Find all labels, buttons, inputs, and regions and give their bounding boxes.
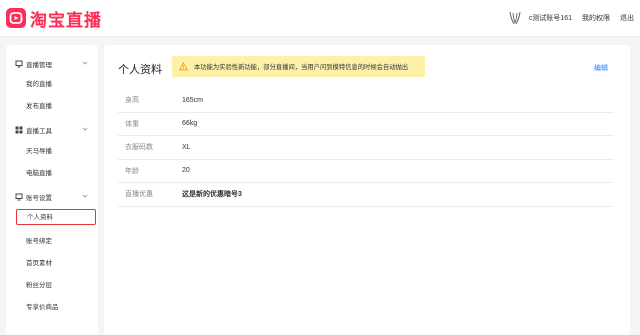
chevron-down-icon bbox=[82, 61, 88, 65]
sidebar-item-homepage-materials[interactable]: 首页素材 bbox=[26, 257, 52, 271]
sidebar-group-live-management[interactable]: 直播管理 bbox=[6, 55, 98, 73]
sidebar-group-live-tools[interactable]: 直播工具 bbox=[6, 121, 98, 139]
top-bar: 淘宝直播 c测试账号161 我的权限 退出 bbox=[0, 0, 640, 37]
sidebar-item-fan-tiers[interactable]: 粉丝分层 bbox=[26, 279, 52, 293]
table-row: 直播优惠 这是新的优惠暗号3 bbox=[118, 183, 614, 207]
table-row: 年龄 20 bbox=[118, 160, 614, 183]
monitor-icon bbox=[15, 60, 23, 68]
sidebar-item-exclusive-price-products[interactable]: 专享价商品 bbox=[26, 301, 59, 315]
sidebar-group-title: 直播管理 bbox=[26, 62, 52, 69]
sidebar-item-my-live[interactable]: 我的直播 bbox=[26, 78, 52, 92]
user-menu: c测试账号161 我的权限 退出 bbox=[507, 0, 634, 36]
logo-text: 淘宝直播 bbox=[30, 10, 102, 30]
logo[interactable]: 淘宝直播 bbox=[6, 7, 102, 30]
field-value-live-discount: 这是新的优惠暗号3 bbox=[182, 191, 242, 199]
sidebar-item-account-binding[interactable]: 账号绑定 bbox=[26, 235, 52, 249]
sidebar-item-tianma-director[interactable]: 天马导播 bbox=[26, 145, 52, 159]
field-label-height: 身高 bbox=[125, 97, 139, 105]
field-label-weight: 体重 bbox=[125, 120, 139, 128]
field-value-weight: 66kg bbox=[182, 120, 198, 128]
field-label-age: 年龄 bbox=[125, 167, 139, 175]
my-permissions-link[interactable]: 我的权限 bbox=[582, 13, 610, 23]
table-row: 体重 66kg bbox=[118, 113, 614, 136]
warning-icon bbox=[179, 62, 188, 71]
sidebar: 直播管理 我的直播 发布直播 直播工具 天马导播 电脑直播 账号设置 个人资料 … bbox=[6, 45, 98, 335]
logout-link[interactable]: 退出 bbox=[620, 13, 634, 23]
notice-text: 本功能为实验性新功能，部分直播间，当用户问到模特信息的时候会自动抛出 bbox=[194, 64, 409, 71]
table-row: 身高 165cm bbox=[118, 89, 614, 113]
table-row: 衣服码数 XL bbox=[118, 136, 614, 160]
notice-banner: 本功能为实验性新功能，部分直播间，当用户问到模特信息的时候会自动抛出 bbox=[172, 56, 425, 77]
avatar[interactable] bbox=[507, 10, 523, 26]
profile-table: 身高 165cm 体重 66kg 衣服码数 XL 年龄 20 直播优惠 这是新的… bbox=[118, 89, 614, 207]
sidebar-item-publish-live[interactable]: 发布直播 bbox=[26, 100, 52, 114]
sidebar-item-profile[interactable]: 个人资料 bbox=[16, 209, 96, 225]
sidebar-group-account-settings[interactable]: 账号设置 bbox=[6, 188, 98, 206]
field-value-height: 165cm bbox=[182, 96, 204, 104]
sidebar-group-title: 账号设置 bbox=[26, 195, 52, 202]
field-value-clothing-size: XL bbox=[182, 143, 191, 151]
profile-panel: 个人资料 本功能为实验性新功能，部分直播间，当用户问到模特信息的时候会自动抛出 … bbox=[104, 45, 630, 335]
field-label-clothing-size: 衣服码数 bbox=[125, 144, 153, 152]
live-logo-icon bbox=[6, 8, 26, 28]
sidebar-item-pc-live[interactable]: 电脑直播 bbox=[26, 167, 52, 181]
grid-icon bbox=[15, 126, 23, 134]
field-value-age: 20 bbox=[182, 167, 190, 175]
sidebar-group-title: 直播工具 bbox=[26, 128, 52, 135]
chevron-down-icon bbox=[82, 194, 88, 198]
account-name: c测试账号161 bbox=[528, 15, 572, 22]
field-label-live-discount: 直播优惠 bbox=[125, 191, 153, 199]
edit-button[interactable]: 编辑 bbox=[594, 63, 608, 73]
page-title: 个人资料 bbox=[118, 64, 162, 76]
chevron-down-icon bbox=[82, 127, 88, 131]
monitor-icon bbox=[15, 193, 23, 201]
